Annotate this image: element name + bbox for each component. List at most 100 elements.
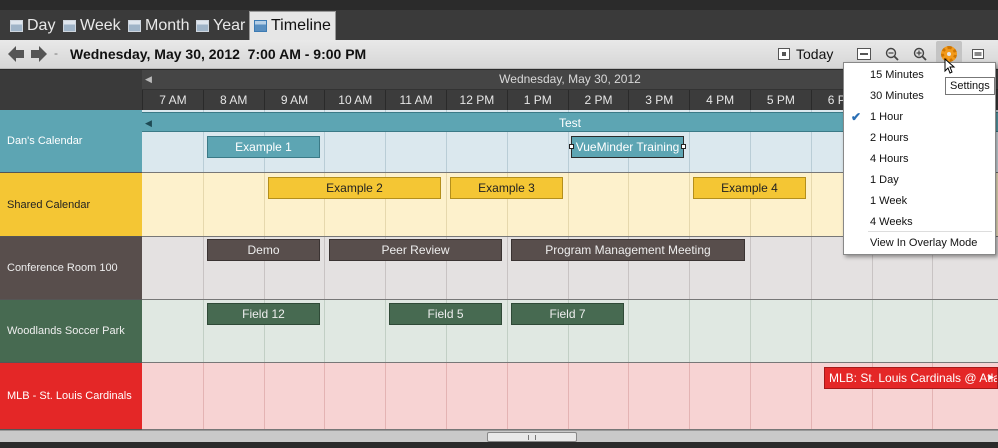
grid-line: [628, 363, 630, 429]
timeline-date-label: Wednesday, May 30, 2012: [499, 72, 641, 86]
hour-label: 11 AM: [385, 90, 446, 110]
fit-view-button[interactable]: [855, 45, 873, 63]
tab-timeline[interactable]: Timeline: [249, 11, 336, 40]
resource-label[interactable]: Shared Calendar: [0, 173, 142, 237]
view-tab-bar: Day Week Month Year Timeline: [0, 10, 998, 40]
grid-line: [506, 300, 508, 362]
continues-right-icon: ▸: [988, 372, 994, 383]
grid-line: [810, 363, 812, 429]
tab-week-label: Week: [80, 17, 121, 34]
grid-line: [750, 363, 751, 429]
event-title: Example 3: [478, 181, 535, 195]
hour-label: 2 PM: [567, 90, 629, 110]
event-title: Field 5: [427, 307, 464, 321]
menu-item-scale[interactable]: 4 Hours: [844, 149, 995, 169]
hour-label: 9 AM: [263, 90, 325, 110]
event-title: Example 4: [721, 181, 778, 195]
menu-item-scale[interactable]: 1 Day: [844, 170, 995, 190]
settings-tooltip: Settings: [945, 77, 995, 95]
calendar-year-icon: [196, 20, 209, 32]
zoom-out-button[interactable]: [883, 45, 901, 63]
event-title: Field 12: [242, 307, 285, 321]
scroll-grip-icon: [528, 435, 536, 440]
previous-button[interactable]: [7, 45, 25, 63]
grid-line: [324, 237, 326, 299]
grid-line: [689, 173, 691, 236]
menu-item-scale[interactable]: 1 Week: [844, 191, 995, 211]
all-day-event-title: Test: [558, 116, 581, 130]
menu-item-scale[interactable]: 2 Hours: [844, 128, 995, 148]
event-title: Example 1: [235, 140, 292, 154]
event-block[interactable]: Program Management Meeting: [511, 239, 745, 261]
grid-line: [202, 363, 204, 429]
event-title: MLB: St. Louis Cardinals @ Atla: [829, 371, 998, 385]
next-button[interactable]: [30, 45, 48, 63]
grid-line: [810, 173, 812, 236]
hour-label: 12 PM: [446, 90, 507, 110]
overlay-toggle-button[interactable]: [969, 45, 987, 63]
resource-label[interactable]: Woodlands Soccer Park: [0, 300, 142, 363]
event-block[interactable]: Field 12: [207, 303, 320, 325]
event-block[interactable]: MLB: St. Louis Cardinals @ Atla ▸: [824, 367, 998, 389]
grid-line: [446, 173, 447, 236]
mouse-cursor-icon: [944, 58, 956, 74]
header-corner: [0, 70, 142, 110]
resize-handle[interactable]: [681, 144, 686, 149]
menu-item-overlay-mode[interactable]: View In Overlay Mode: [844, 233, 995, 253]
hour-label: 4 PM: [689, 90, 750, 110]
bottom-strip: [0, 442, 998, 448]
resource-label[interactable]: MLB - St. Louis Cardinals: [0, 363, 142, 430]
hour-label: 7 AM: [142, 90, 203, 110]
menu-item-label: 4 Hours: [870, 153, 909, 165]
date-range-title: Wednesday, May 30, 2012 7:00 AM - 9:00 P…: [70, 46, 367, 62]
horizontal-scrollbar[interactable]: [0, 430, 998, 442]
event-title: Peer Review: [381, 243, 450, 257]
menu-item-scale[interactable]: 4 Weeks: [844, 212, 995, 232]
scrollbar-thumb[interactable]: [487, 432, 577, 442]
zoom-in-icon: [913, 47, 927, 61]
event-title: Program Management Meeting: [545, 243, 711, 257]
event-block[interactable]: Example 3: [450, 177, 563, 199]
zoom-in-button[interactable]: [911, 45, 929, 63]
grid-line: [628, 173, 630, 236]
event-block[interactable]: Demo: [207, 239, 320, 261]
tab-year[interactable]: Year: [192, 12, 249, 40]
event-block[interactable]: Example 4: [693, 177, 806, 199]
grid-line: [932, 300, 934, 362]
menu-item-label: 30 Minutes: [870, 90, 924, 102]
grid-line: [263, 173, 265, 236]
tab-week[interactable]: Week: [59, 12, 125, 40]
hour-label: 3 PM: [628, 90, 689, 110]
menu-item-label: 15 Minutes: [870, 69, 924, 81]
collapse-arrow-icon[interactable]: ◀: [145, 70, 152, 89]
resource-label[interactable]: Conference Room 100: [0, 237, 142, 300]
event-block[interactable]: Field 5: [389, 303, 502, 325]
grid-line: [202, 173, 204, 236]
event-block[interactable]: Peer Review: [329, 239, 502, 261]
calendar-week-icon: [63, 20, 76, 32]
resize-handle[interactable]: [569, 144, 574, 149]
event-block[interactable]: VueMinder Training: [569, 136, 686, 158]
menu-item-label: 1 Hour: [870, 111, 904, 123]
grid-line: [567, 363, 569, 429]
arrow-right-icon: [31, 46, 47, 62]
today-label: Today: [796, 46, 834, 62]
event-block[interactable]: Example 2: [268, 177, 441, 199]
tab-day-label: Day: [27, 17, 56, 34]
menu-item-scale[interactable]: ✔ 1 Hour: [844, 107, 995, 127]
tab-timeline-label: Timeline: [271, 17, 331, 34]
menu-item-label: 1 Week: [870, 195, 908, 207]
event-block[interactable]: Example 1: [207, 136, 320, 158]
event-title: Example 2: [326, 181, 383, 195]
grid-line: [750, 237, 751, 299]
today-button[interactable]: Today: [778, 44, 833, 64]
calendar-month-icon: [128, 20, 141, 32]
grid-line: [810, 300, 812, 362]
resource-label[interactable]: Dan's Calendar: [0, 110, 142, 173]
tab-month[interactable]: Month: [124, 12, 193, 40]
menu-item-label: 2 Hours: [870, 132, 909, 144]
event-block[interactable]: Field 7: [511, 303, 624, 325]
tab-day[interactable]: Day: [6, 12, 59, 40]
hour-label: 10 AM: [324, 90, 385, 110]
grid-line: [567, 173, 569, 236]
